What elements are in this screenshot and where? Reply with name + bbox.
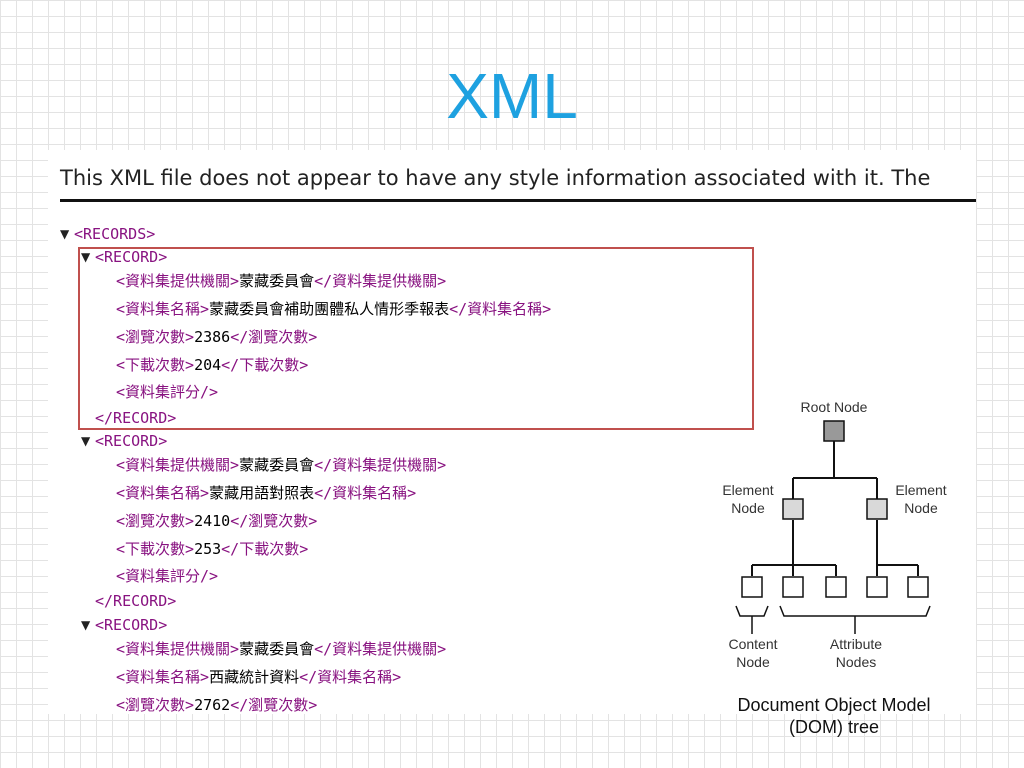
attribute-node-box [782, 576, 804, 598]
triangle-down-icon[interactable]: ▼ [81, 431, 93, 451]
element-node-box [782, 498, 804, 520]
provider-element: <資料集提供機關>蒙藏委員會</資料集提供機關> [116, 456, 447, 474]
dom-tree-caption: Document Object Model (DOM) tree [706, 694, 962, 738]
download-count-element: <下載次數>253</下載次數> [116, 540, 309, 558]
slide: XML This XML file does not appear to hav… [0, 0, 1024, 768]
style-info-notice: This XML file does not appear to have an… [60, 166, 931, 190]
attribute-node-box [825, 576, 847, 598]
dataset-name-element: <資料集名稱>蒙藏用語對照表</資料集名稱> [116, 484, 417, 502]
dataset-name-element: <資料集名稱>西藏統計資料</資料集名稱> [116, 668, 402, 686]
provider-element: <資料集提供機關>蒙藏委員會</資料集提供機關> [116, 640, 447, 658]
view-count-element: <瀏覽次數>2762</瀏覽次數> [116, 696, 318, 714]
triangle-down-icon[interactable]: ▼ [81, 615, 93, 635]
record-highlight-box [78, 247, 754, 430]
root-node-box [823, 420, 845, 442]
element-node-label: Element Node [722, 482, 774, 516]
attribute-nodes-label: Attribute Nodes [829, 636, 883, 670]
content-node-box [741, 576, 763, 598]
slide-title: XML [446, 60, 578, 132]
dom-tree-graphic [735, 420, 931, 634]
record-open-tag: <RECORD> [95, 616, 168, 634]
element-node-label: Element Node [895, 482, 947, 516]
element-node-box [866, 498, 888, 520]
record-close-tag: </RECORD> [95, 592, 177, 610]
triangle-down-icon[interactable]: ▼ [60, 224, 72, 244]
attribute-node-box [866, 576, 888, 598]
dom-tree-diagram: Root Node Element Node Element Node Cont… [700, 390, 970, 740]
caption-line-2: (DOM) tree [789, 717, 879, 737]
records-open-tag: <RECORDS> [74, 225, 156, 243]
caption-line-1: Document Object Model [737, 695, 931, 715]
content-node-label: Content Node [728, 636, 778, 670]
view-count-element: <瀏覽次數>2410</瀏覽次數> [116, 512, 318, 530]
record-open-tag: <RECORD> [95, 432, 168, 450]
attribute-node-box [907, 576, 929, 598]
root-node-label: Root Node [800, 399, 868, 415]
notice-divider [60, 199, 976, 202]
rating-element: <資料集評分/> [116, 567, 219, 585]
